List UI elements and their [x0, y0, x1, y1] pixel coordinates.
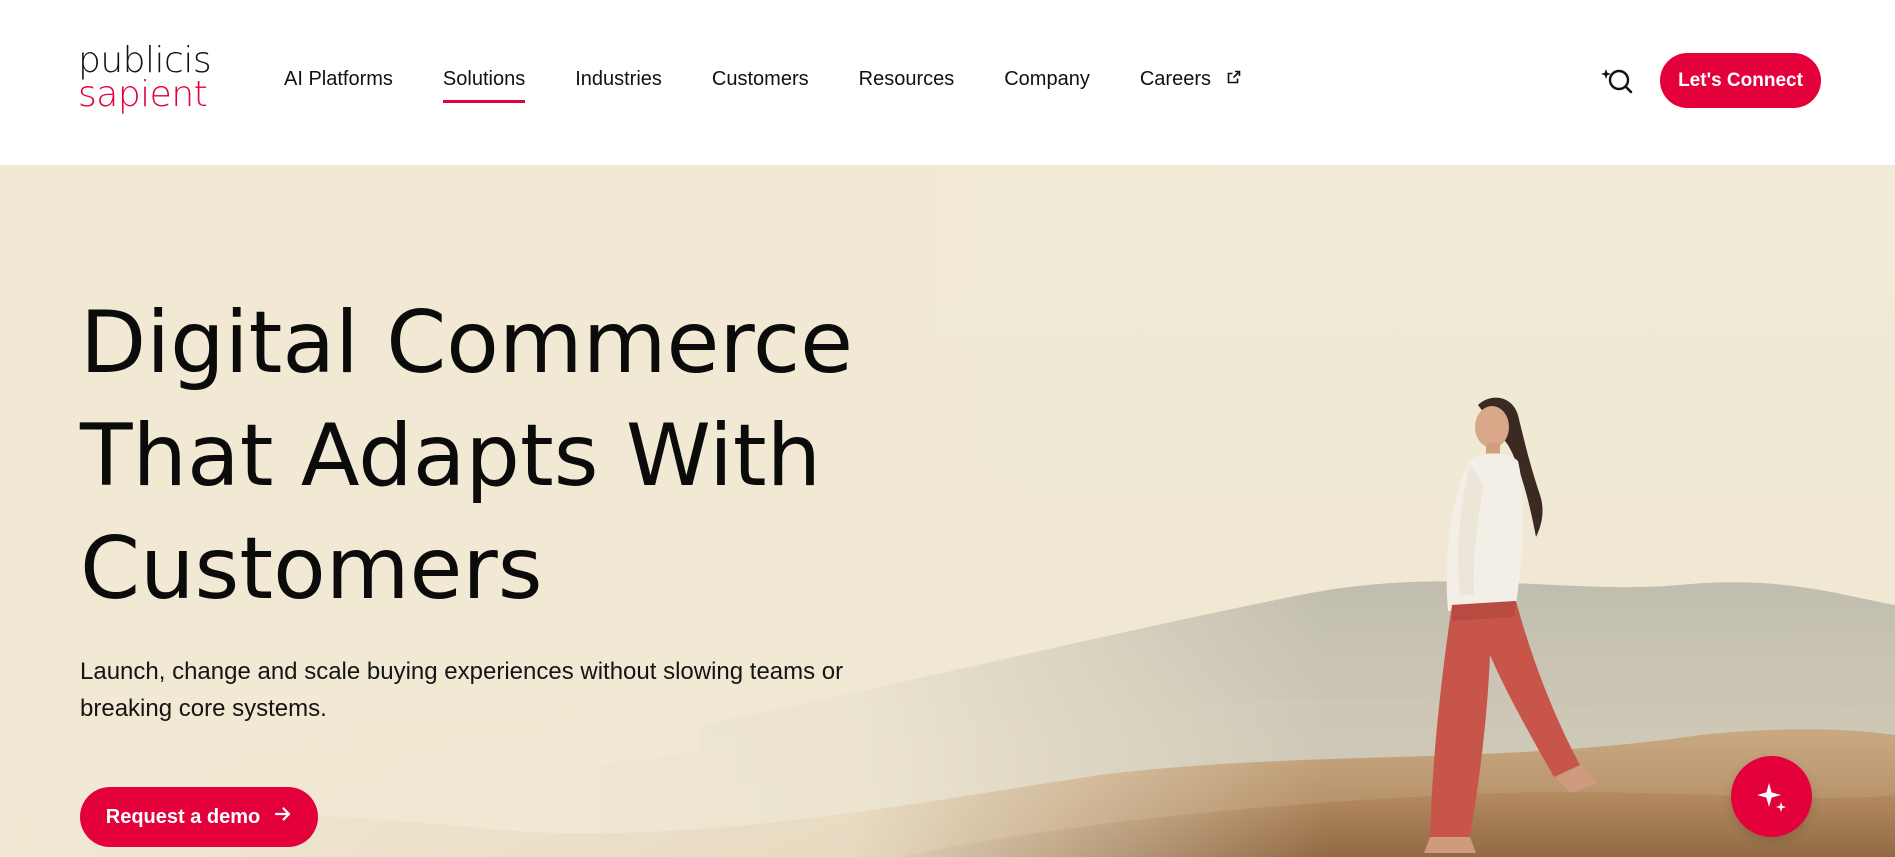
nav-item-customers[interactable]: Customers	[712, 68, 809, 103]
nav-item-label: Careers	[1139, 68, 1211, 90]
external-link-icon	[1227, 67, 1241, 90]
ai-assistant-button[interactable]	[1731, 756, 1812, 837]
main-nav: AI Platforms Solutions Industries Custom…	[284, 68, 1291, 103]
nav-item-label: Resources	[858, 68, 955, 90]
nav-item-ai-platforms[interactable]: AI Platforms	[284, 68, 393, 103]
sparkle-icon	[1756, 782, 1786, 812]
nav-item-label: Company	[1004, 68, 1090, 90]
arrow-right-icon	[274, 805, 292, 829]
hero-section: Digital Commerce That Adapts With Custom…	[0, 165, 1895, 857]
hero-title: Digital Commerce That Adapts With Custom…	[80, 287, 980, 626]
nav-item-label: Solutions	[442, 68, 526, 90]
hero-subtitle-line-2: breaking core systems.	[80, 695, 327, 722]
nav-item-solutions[interactable]: Solutions	[442, 68, 526, 103]
hero-subtitle-line-1: Launch, change and scale buying experien…	[80, 658, 844, 685]
search-sparkle-icon	[1601, 69, 1633, 94]
nav-item-label: AI Platforms	[284, 68, 393, 90]
hero-title-line-2: That Adapts With	[80, 406, 822, 506]
search-button[interactable]	[1600, 64, 1634, 98]
lets-connect-label: Let's Connect	[1678, 69, 1803, 91]
nav-item-label: Customers	[711, 68, 809, 90]
logo-text-publicis: publicis	[78, 40, 212, 81]
request-demo-button[interactable]: Request a demo	[80, 787, 318, 847]
nav-item-careers[interactable]: Careers	[1140, 68, 1241, 103]
site-header: publicis sapient AI Platforms Solutions …	[0, 0, 1895, 165]
hero-title-line-1: Digital Commerce	[80, 293, 854, 393]
hero-subtitle: Launch, change and scale buying experien…	[80, 653, 910, 727]
hero-title-line-3: Customers	[80, 519, 543, 619]
nav-item-industries[interactable]: Industries	[575, 68, 662, 103]
publicis-sapient-logo[interactable]: publicis sapient	[78, 40, 212, 115]
logo-text-sapient: sapient	[78, 74, 208, 115]
nav-item-company[interactable]: Company	[1004, 68, 1090, 103]
request-demo-label: Request a demo	[105, 805, 261, 828]
lets-connect-button[interactable]: Let's Connect	[1660, 53, 1821, 108]
nav-item-label: Industries	[575, 68, 662, 90]
nav-item-resources[interactable]: Resources	[859, 68, 955, 103]
